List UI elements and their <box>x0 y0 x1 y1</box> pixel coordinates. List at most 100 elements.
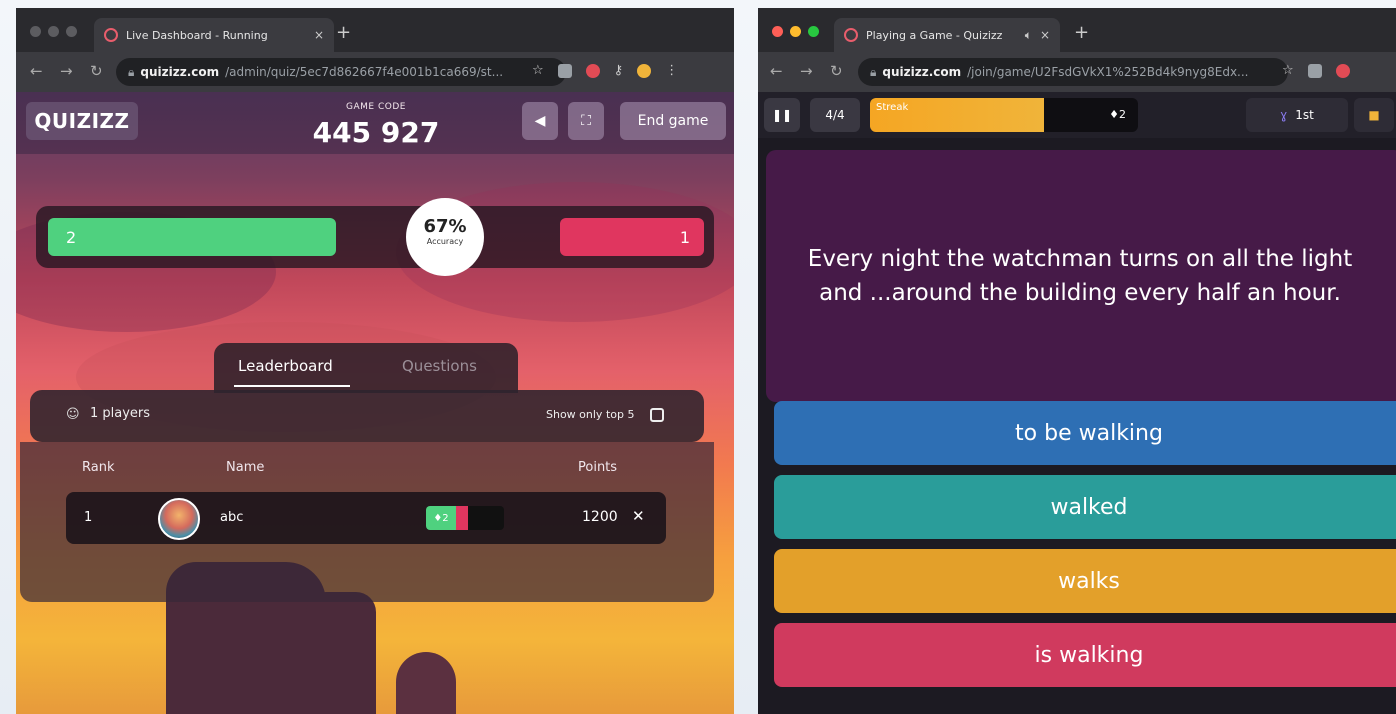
lock-icon: 🔒︎ <box>870 64 877 79</box>
players-bar: ☺ 1 players Show only top 5 <box>30 390 704 442</box>
audio-icon[interactable]: 🔈︎ <box>1025 28 1032 43</box>
show-top5-checkbox[interactable] <box>650 408 664 422</box>
accuracy-label: Accuracy <box>426 237 464 246</box>
column-points: Points <box>578 460 618 475</box>
mute-button[interactable]: ◀ <box>522 102 558 140</box>
toolbar-icons: ☆ ⚷ ⋮ <box>532 63 678 78</box>
dashboard-header: QUIZIZZ GAME CODE 445 927 ◀ ⛶ End game <box>16 92 734 154</box>
accuracy-badge: 67% Accuracy <box>406 198 484 276</box>
tab-strip: Live Dashboard - Running × + <box>16 8 734 52</box>
profile-avatar-icon[interactable] <box>637 63 652 78</box>
url-field[interactable]: 🔒︎ quizizz.com/join/game/U2FsdGVkX1%252B… <box>858 58 1288 86</box>
pause-icon: ❚❚ <box>771 108 793 122</box>
tab-title: Playing a Game - Quizizz <box>866 28 1003 42</box>
background-rock <box>396 652 456 714</box>
streak-count-value: 2 <box>1119 108 1126 121</box>
close-tab-icon[interactable]: × <box>1040 28 1050 42</box>
lock-icon: 🔒︎ <box>128 64 135 79</box>
column-name: Name <box>226 460 265 475</box>
answer-option-4[interactable]: is walking <box>774 623 1396 687</box>
show-top5-label: Show only top 5 <box>546 408 635 421</box>
game-page: ❚❚ 4/4 Streak ♦2 ɣ 1st ■ Every night the… <box>758 92 1396 714</box>
streak-count: 2 <box>442 512 449 524</box>
student-browser-window: Playing a Game - Quizizz 🔈︎ × + ← → ↻ 🔒︎… <box>758 8 1396 714</box>
accuracy-percent: 67% <box>423 216 467 237</box>
quizizz-favicon-icon <box>104 28 118 42</box>
tab-questions[interactable]: Questions <box>402 357 477 375</box>
incorrect-count: 1 <box>560 218 704 256</box>
reload-icon[interactable]: ↻ <box>830 62 843 80</box>
menu-kebab-icon[interactable]: ⋮ <box>665 63 678 78</box>
fullscreen-button[interactable]: ⛶ <box>568 102 604 140</box>
back-arrow-icon[interactable]: ← <box>770 62 783 80</box>
star-icon[interactable]: ☆ <box>532 63 544 78</box>
pause-button[interactable]: ❚❚ <box>764 98 800 132</box>
quizizz-logo: QUIZIZZ <box>26 102 138 140</box>
leaderboard-table: Rank Name Points 1 abc ♦ 2 1200 ✕ <box>20 442 714 602</box>
tab-title: Live Dashboard - Running <box>126 28 268 42</box>
view-tabs: Leaderboard Questions <box>214 343 518 393</box>
close-window-button[interactable] <box>772 26 783 37</box>
rank-label: 1st <box>1295 108 1314 122</box>
rank-badge: ɣ 1st <box>1246 98 1348 132</box>
medal-icon: ɣ <box>1280 108 1288 122</box>
answer-option-2[interactable]: walked <box>774 475 1396 539</box>
address-bar-row: ← → ↻ 🔒︎ quizizz.com/join/game/U2FsdGVkX… <box>758 52 1396 92</box>
question-card: Every night the watchman turns on all th… <box>766 150 1396 402</box>
record-extension-icon[interactable] <box>585 63 600 78</box>
table-row[interactable]: 1 abc ♦ 2 1200 ✕ <box>66 492 666 544</box>
correct-streak: ♦ 2 <box>426 506 456 530</box>
streak-bar: Streak ♦2 <box>870 98 1138 132</box>
url-field[interactable]: 🔒︎ quizizz.com/admin/quiz/5ec7d862667f4e… <box>116 58 566 86</box>
maximize-window-button[interactable] <box>808 26 819 37</box>
answer-option-3[interactable]: walks <box>774 549 1396 613</box>
reload-icon[interactable]: ↻ <box>90 62 103 80</box>
avatar <box>158 498 200 540</box>
maximize-window-button[interactable] <box>66 26 77 37</box>
close-window-button[interactable] <box>30 26 41 37</box>
extension-icon[interactable] <box>1307 63 1322 78</box>
end-game-button[interactable]: End game <box>620 102 726 140</box>
accuracy-bar: 2 1 <box>36 206 714 268</box>
flame-icon: ♦ <box>1109 108 1119 121</box>
address-bar-row: ← → ↻ 🔒︎ quizizz.com/admin/quiz/5ec7d862… <box>16 52 734 92</box>
players-icon: ☺ <box>66 407 80 422</box>
streak-count: ♦2 <box>1109 108 1126 121</box>
player-rank: 1 <box>84 510 93 525</box>
background-rock <box>306 592 376 714</box>
minimize-window-button[interactable] <box>48 26 59 37</box>
remove-player-icon[interactable]: ✕ <box>632 507 645 525</box>
forward-arrow-icon[interactable]: → <box>800 62 813 80</box>
game-code-value: 445 927 <box>312 116 440 149</box>
tab-playing-game[interactable]: Playing a Game - Quizizz 🔈︎ × <box>834 18 1060 52</box>
tab-strip: Playing a Game - Quizizz 🔈︎ × + <box>758 8 1396 52</box>
extension-icon[interactable] <box>557 63 572 78</box>
tab-live-dashboard[interactable]: Live Dashboard - Running × <box>94 18 334 52</box>
tab-leaderboard[interactable]: Leaderboard <box>238 357 333 375</box>
close-tab-icon[interactable]: × <box>314 28 324 42</box>
star-icon[interactable]: ☆ <box>1282 63 1294 78</box>
toolbar-icons: ☆ <box>1282 63 1350 78</box>
powerup-icon: ■ <box>1368 108 1380 122</box>
forward-arrow-icon[interactable]: → <box>60 62 73 80</box>
answer-streak-bar: ♦ 2 <box>426 506 504 530</box>
window-controls <box>772 26 819 37</box>
players-count: 1 players <box>90 406 151 421</box>
live-dashboard-page: QUIZIZZ GAME CODE 445 927 ◀ ⛶ End game 2… <box>16 92 734 714</box>
new-tab-button[interactable]: + <box>336 22 351 43</box>
player-points: 1200 <box>582 509 618 525</box>
incorrect-segment <box>456 506 468 530</box>
url-host: quizizz.com <box>140 65 220 79</box>
new-tab-button[interactable]: + <box>1074 22 1089 43</box>
back-arrow-icon[interactable]: ← <box>30 62 43 80</box>
powerup-button[interactable]: ■ <box>1354 98 1394 132</box>
speaker-icon: ◀ <box>534 113 546 129</box>
record-extension-icon[interactable] <box>1335 63 1350 78</box>
answer-option-1[interactable]: to be walking <box>774 401 1396 465</box>
question-text: Every night the watchman turns on all th… <box>807 246 1353 306</box>
teacher-browser-window: Live Dashboard - Running × + ← → ↻ 🔒︎ qu… <box>16 8 734 714</box>
game-topbar: ❚❚ 4/4 Streak ♦2 ɣ 1st ■ <box>758 92 1396 138</box>
minimize-window-button[interactable] <box>790 26 801 37</box>
streak-label: Streak <box>876 102 909 113</box>
key-icon[interactable]: ⚷ <box>614 63 624 78</box>
